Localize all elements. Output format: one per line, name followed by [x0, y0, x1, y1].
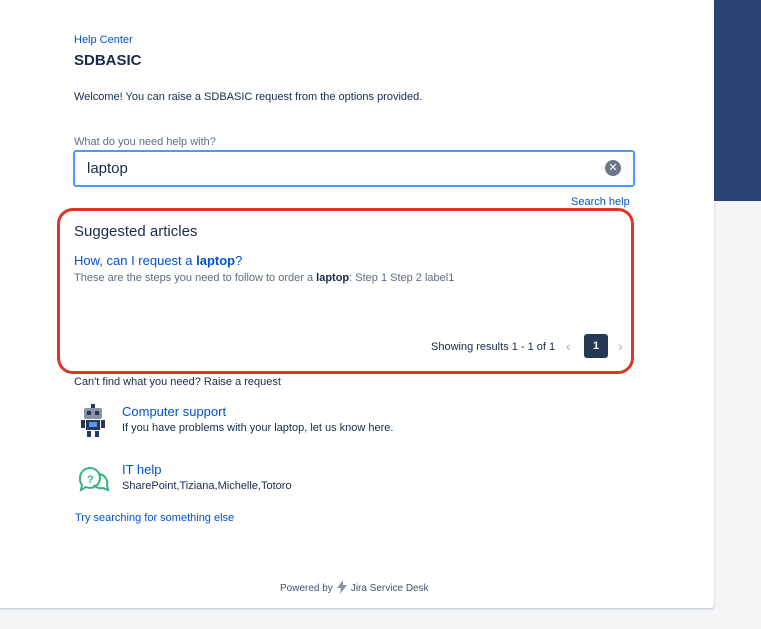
- welcome-message: Welcome! You can raise a SDBASIC request…: [74, 91, 423, 103]
- request-type-computer-support[interactable]: Computer support: [122, 404, 226, 419]
- search-help-link[interactable]: Search help: [571, 196, 630, 208]
- help-center-card: Help Center SDBASIC Welcome! You can rai…: [0, 0, 714, 608]
- article-title-suffix: ?: [235, 253, 243, 268]
- search-label: What do you need help with?: [74, 136, 216, 148]
- request-type-it-help-desc: SharePoint,Tiziana,Michelle,Totoro: [122, 480, 292, 492]
- raise-request-text: Can't find what you need? Raise a reques…: [74, 376, 281, 388]
- page-title: SDBASIC: [74, 52, 142, 69]
- robot-icon: [78, 404, 108, 443]
- footer-powered-by: Powered by Jira Service Desk: [280, 580, 429, 597]
- article-title-prefix: How, can I request a: [74, 253, 197, 268]
- chevron-left-icon[interactable]: ‹: [566, 338, 571, 354]
- request-type-computer-support-desc: If you have problems with your laptop, l…: [122, 422, 394, 434]
- powered-by-text: Powered by: [280, 583, 333, 594]
- try-searching-link[interactable]: Try searching for something else: [75, 512, 234, 524]
- jira-bolt-icon: [336, 580, 348, 597]
- search-input[interactable]: [87, 158, 587, 178]
- breadcrumb-help-center[interactable]: Help Center: [74, 34, 133, 46]
- article-description: These are the steps you need to follow t…: [74, 272, 454, 284]
- page-button-1[interactable]: 1: [584, 334, 608, 358]
- article-link[interactable]: How, can I request a laptop?: [74, 253, 242, 268]
- article-desc-keyword: laptop: [316, 272, 350, 284]
- results-count: Showing results 1 - 1 of 1: [431, 341, 556, 353]
- clear-icon[interactable]: ✕: [605, 160, 621, 176]
- suggested-articles-heading: Suggested articles: [74, 223, 198, 240]
- suggested-articles-panel: Suggested articles How, can I request a …: [57, 208, 634, 374]
- header-background-band: [714, 0, 761, 201]
- question-chat-icon: ?: [76, 466, 110, 499]
- article-desc-prefix: These are the steps you need to follow t…: [74, 272, 317, 284]
- article-title-keyword: laptop: [196, 253, 236, 268]
- search-box: ✕: [73, 150, 635, 187]
- jira-service-desk-link[interactable]: Jira Service Desk: [351, 583, 429, 594]
- chevron-right-icon[interactable]: ›: [618, 338, 623, 354]
- svg-text:?: ?: [87, 474, 94, 486]
- request-type-it-help[interactable]: IT help: [122, 462, 162, 477]
- article-desc-suffix: : Step 1 Step 2 label1: [349, 272, 455, 284]
